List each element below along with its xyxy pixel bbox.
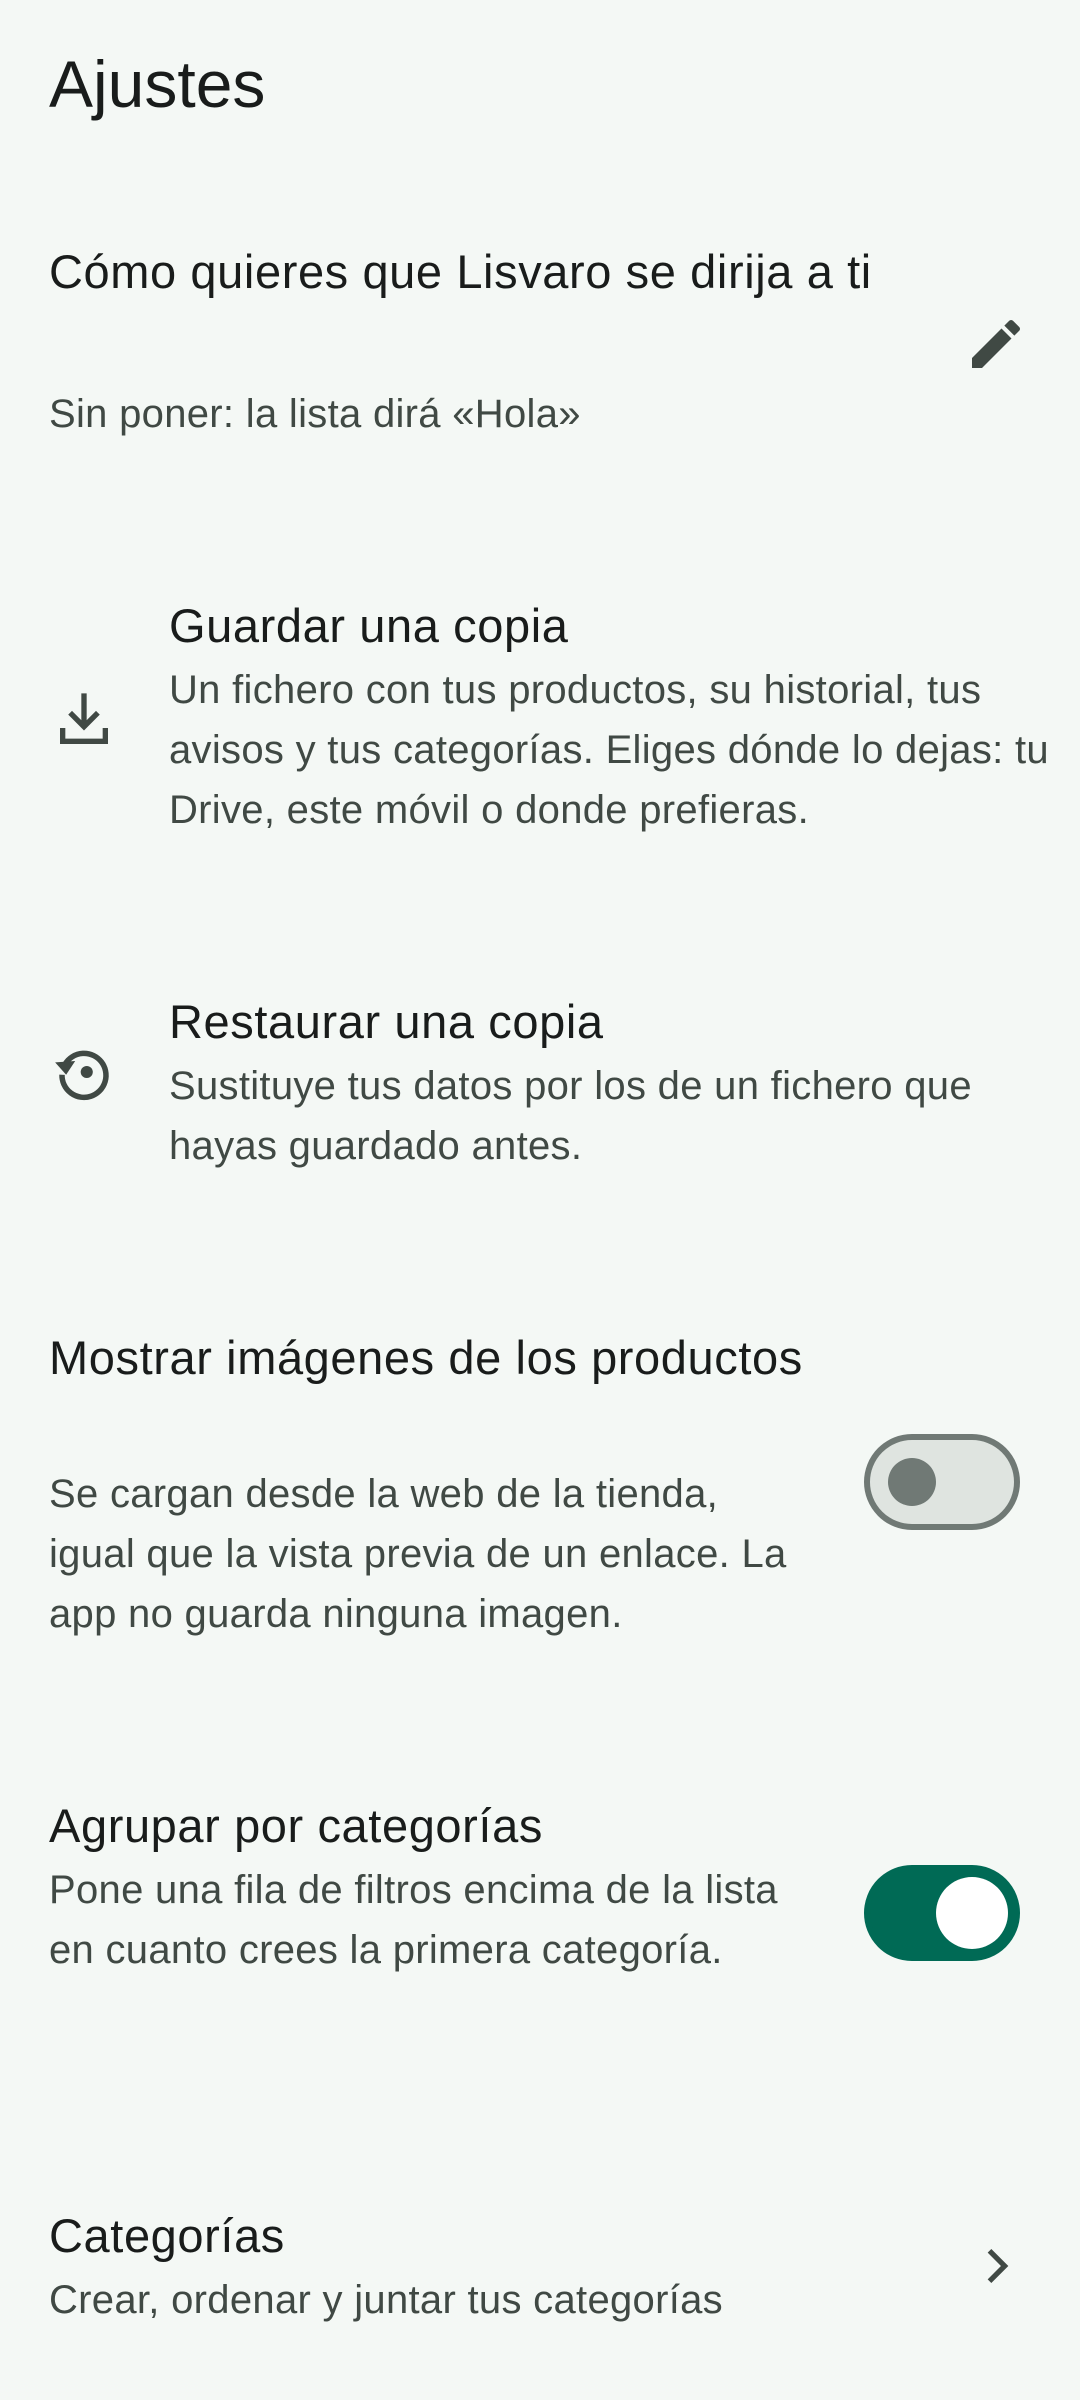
setting-images-subtitle: Se cargan desde la web de la tienda, igu… bbox=[49, 1472, 787, 1636]
page-title: Ajustes bbox=[49, 47, 266, 121]
switch-thumb bbox=[888, 1458, 936, 1506]
chevron-right-icon bbox=[956, 2226, 1036, 2306]
setting-images-title: Mostrar imágenes de los productos bbox=[49, 1331, 803, 1384]
setting-group-row[interactable]: Agrupar por categorías Pone una fila de … bbox=[0, 1790, 1080, 2040]
setting-restore-title: Restaurar una copia bbox=[169, 995, 604, 1048]
setting-categories-subtitle: Crear, ordenar y juntar tus categorías bbox=[49, 2278, 723, 2322]
setting-restore-subtitle: Sustituye tus datos por los de un ficher… bbox=[169, 1064, 972, 1168]
switch-thumb bbox=[936, 1877, 1008, 1949]
setting-group-subtitle: Pone una fila de filtros encima de la li… bbox=[49, 1868, 778, 1972]
setting-images-row[interactable]: Mostrar imágenes de los productos Se car… bbox=[0, 1322, 1080, 1652]
setting-name-subtitle: Sin poner: la lista dirá «Hola» bbox=[49, 392, 581, 436]
restore-icon bbox=[44, 1032, 124, 1112]
setting-backup-subtitle: Un fichero con tus productos, su histori… bbox=[169, 668, 1049, 832]
setting-group-title: Agrupar por categorías bbox=[49, 1799, 543, 1852]
download-icon bbox=[44, 680, 124, 760]
setting-restore-row[interactable]: Restaurar una copia Sustituye tus datos … bbox=[0, 986, 1080, 1186]
setting-name-title: Cómo quieres que Lisvaro se dirija a ti bbox=[49, 245, 872, 298]
setting-backup-row[interactable]: Guardar una copia Un fichero con tus pro… bbox=[0, 590, 1080, 850]
setting-categories-title: Categorías bbox=[49, 2209, 285, 2262]
group-toggle-switch[interactable] bbox=[864, 1865, 1020, 1961]
images-toggle-switch[interactable] bbox=[864, 1434, 1020, 1530]
setting-name-row[interactable]: Cómo quieres que Lisvaro se dirija a ti … bbox=[0, 236, 1080, 466]
setting-backup-title: Guardar una copia bbox=[169, 599, 569, 652]
setting-categories-row[interactable]: Categorías Crear, ordenar y juntar tus c… bbox=[0, 2200, 1080, 2340]
pencil-icon[interactable] bbox=[956, 304, 1036, 384]
